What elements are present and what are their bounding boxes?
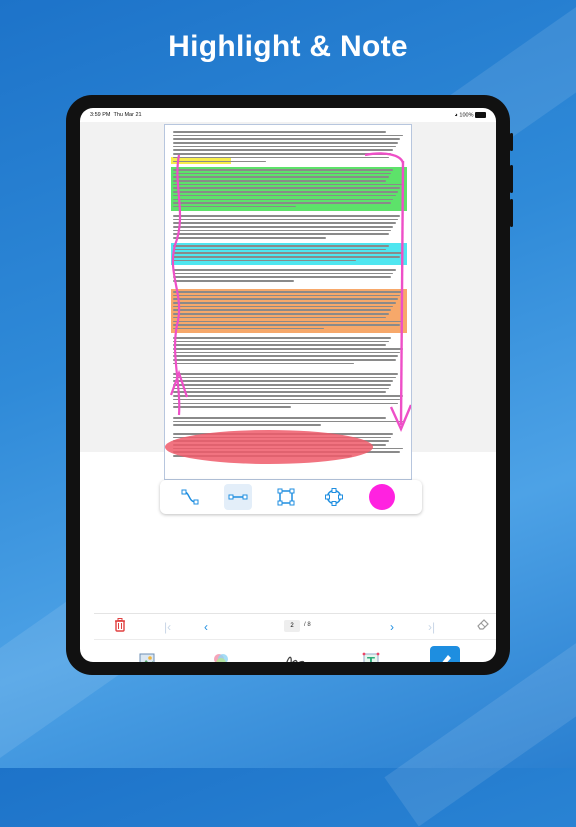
total-pages-text: / 8 [304,622,311,628]
image-crop-icon[interactable] [132,646,162,662]
color-blend-icon[interactable] [206,646,236,662]
ellipse-tool-icon[interactable] [320,484,348,510]
date-text: Thu Mar 21 [113,112,142,118]
line-tool-icon[interactable] [224,484,252,510]
tablet-frame: 3:59 PM Thu Mar 21 ◕ 100% |‹ ‹ 2 / 8 › ›… [66,95,513,675]
tablet-button [510,133,513,151]
headline: Highlight & Note [168,30,408,63]
status-right: ◕ 100% [455,112,486,118]
ink-annotations[interactable] [165,125,412,480]
rectangle-tool-icon[interactable] [272,484,300,510]
curve-tool-icon[interactable] [176,484,204,510]
battery-icon [475,112,486,118]
wifi-icon: ◕ [454,112,458,119]
status-time: 3:59 PM Thu Mar 21 [90,112,142,118]
last-page-icon[interactable]: ›| [428,620,435,634]
highlighter-icon[interactable] [430,646,460,662]
color-swatch[interactable] [369,484,395,510]
battery-text: 100% [459,112,474,119]
svg-text:T: T [367,654,375,662]
time-text: 3:59 PM [90,112,111,118]
text-tool-icon[interactable]: T [356,646,386,662]
signature-icon[interactable] [280,646,310,662]
pink-curve [364,152,405,164]
tablet-button [510,165,513,193]
previous-page-icon[interactable]: ‹ [204,620,208,634]
color-picker-swatch[interactable] [368,484,396,510]
document-page[interactable] [164,124,412,480]
next-page-icon[interactable]: › [390,620,394,634]
document-viewer[interactable] [80,122,496,480]
red-ellipse-highlight [165,430,373,464]
current-page-field[interactable]: 2 [284,620,300,632]
eraser-icon[interactable] [476,618,490,633]
pink-vertical-stroke [399,160,405,426]
page-navigation-bar: |‹ ‹ 2 / 8 › ›| [94,613,496,640]
app-screen: 3:59 PM Thu Mar 21 ◕ 100% |‹ ‹ 2 / 8 › ›… [80,108,496,662]
annotation-toolbar: T [94,639,496,662]
trash-icon[interactable] [114,618,126,635]
first-page-icon[interactable]: |‹ [164,620,171,634]
tablet-button [510,199,513,227]
status-bar: 3:59 PM Thu Mar 21 ◕ 100% [80,108,496,122]
shape-toolbar [160,480,422,514]
